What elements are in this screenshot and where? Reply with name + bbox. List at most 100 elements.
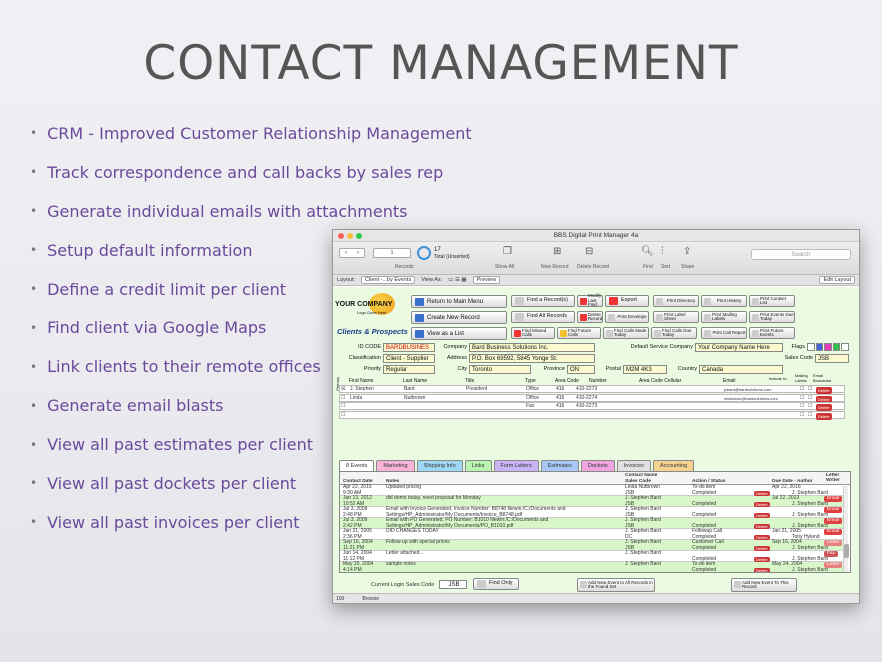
contact-email[interactable]: jsbard@bardsolutions.com: [724, 386, 771, 393]
show-all-button[interactable]: Show All: [495, 264, 514, 270]
event-notes[interactable]: Updated pricing: [386, 484, 421, 491]
company-field[interactable]: Bard Business Solutions Inc.: [469, 343, 595, 352]
contact-type[interactable]: Fax: [526, 403, 534, 410]
find-records-button[interactable]: Find a Record(s): [511, 295, 575, 307]
create-new-record-button[interactable]: Create New Record: [411, 311, 507, 324]
tab-dockets[interactable]: Dockets: [580, 460, 615, 471]
contact-first-name[interactable]: Linda: [350, 395, 362, 402]
sort-button[interactable]: Sort: [661, 264, 670, 270]
find-calls-due-today-button[interactable]: Find Calls Due Today: [651, 327, 697, 339]
print-future-events-button[interactable]: Print Future Events: [749, 327, 795, 339]
delete-event-button[interactable]: Delete: [754, 567, 770, 572]
view-form-icon[interactable]: ▭ ☰ ▦: [448, 277, 466, 283]
zoom-window-button[interactable]: [356, 233, 362, 239]
delete-record-button-form[interactable]: Delete Record: [577, 311, 603, 323]
contact-email[interactable]: lnutbrown@bardsolutions.com: [724, 395, 778, 402]
find-missed-calls-button[interactable]: Find Missed Calls: [511, 327, 555, 339]
contact-area-code[interactable]: 416: [556, 386, 564, 393]
address-field[interactable]: P.O. Box 69592, 5845 Yonge St.: [469, 354, 595, 363]
print-mailing-labels-button[interactable]: Print Mailing Labels: [701, 311, 747, 323]
email-broadcast-checkbox[interactable]: ☐: [808, 386, 812, 393]
share-button[interactable]: Share: [681, 264, 694, 270]
flag-swatches[interactable]: [807, 343, 849, 351]
event-contact[interactable]: J. Stephen Bard: [625, 561, 661, 568]
print-envelope-button[interactable]: Print Envelope: [605, 311, 649, 323]
event-fax-button[interactable]: Fax: [824, 551, 838, 557]
event-letter-button[interactable]: Letter: [824, 540, 843, 546]
contact-row[interactable]: ☒ J. Stephen Bard President Office 416 410-227…: [339, 385, 845, 394]
primary-checkbox[interactable]: ☐: [341, 395, 345, 402]
contact-last-name[interactable]: Nutbrown: [404, 395, 425, 402]
city-field[interactable]: Toronto: [469, 365, 531, 374]
tab-accounting[interactable]: Accounting: [652, 460, 695, 471]
province-field[interactable]: ON: [567, 365, 595, 374]
minimize-window-button[interactable]: [347, 233, 353, 239]
chevron-right-icon[interactable]: ›: [357, 250, 359, 256]
email-broadcast-checkbox[interactable]: ☐: [808, 395, 812, 402]
print-call-report-button[interactable]: Print Call Report: [701, 327, 747, 339]
delete-record-button[interactable]: Delete Record: [577, 264, 609, 270]
event-notes[interactable]: did demo today, need proposal for Monday: [386, 495, 481, 502]
show-all-icon[interactable]: ❐: [503, 246, 512, 257]
view-as-list-button[interactable]: View as a List: [411, 327, 507, 340]
new-record-icon[interactable]: ⊞: [553, 246, 561, 257]
event-notes[interactable]: Follow-up with special prices: [386, 539, 450, 546]
primary-checkbox[interactable]: ☒: [341, 386, 345, 393]
mailing-labels-checkbox[interactable]: ☐: [800, 395, 804, 402]
print-directory-button[interactable]: Print Directory: [653, 295, 699, 307]
postal-field[interactable]: M2M 4K3: [623, 365, 667, 374]
new-record-button[interactable]: New Record: [541, 264, 569, 270]
contact-first-name[interactable]: J. Stephen: [350, 386, 374, 393]
find-future-calls-button[interactable]: Find Future Calls: [557, 327, 601, 339]
contact-number[interactable]: 410-2274: [576, 395, 597, 402]
event-letter-button[interactable]: Letter: [824, 562, 843, 568]
tab-invoices[interactable]: Invoices: [616, 460, 651, 471]
mailing-labels-checkbox[interactable]: ☐: [800, 412, 804, 419]
delete-record-icon[interactable]: ⊟: [585, 246, 593, 257]
contact-row[interactable]: ☐ ☐ ☐ Delete: [339, 410, 845, 420]
contact-number[interactable]: 410-2273: [576, 403, 597, 410]
event-author[interactable]: J. Stephen Bard: [792, 567, 828, 572]
delete-contact-button[interactable]: Delete: [816, 412, 832, 420]
event-row[interactable]: May 20, 2004 4:14 PM sample notes J. Stephe…: [340, 561, 845, 572]
print-events-due-today-button[interactable]: Print Events Due Today: [749, 311, 795, 323]
tab-8-events[interactable]: 8 Events: [339, 460, 375, 471]
contact-area-code[interactable]: 416: [556, 403, 564, 410]
contact-type[interactable]: Office: [526, 395, 539, 402]
primary-checkbox[interactable]: ☐: [341, 403, 345, 410]
event-contact[interactable]: J. Stephen Bard: [625, 550, 661, 557]
zoom-level[interactable]: 100: [336, 596, 344, 602]
tab-estimates[interactable]: Estimates: [540, 460, 579, 471]
email-broadcast-checkbox[interactable]: ☐: [808, 412, 812, 419]
events-scrollbar[interactable]: [843, 486, 849, 572]
layout-select[interactable]: Client -...by Events: [361, 276, 416, 284]
mailing-labels-checkbox[interactable]: ☐: [800, 403, 804, 410]
mailing-labels-checkbox[interactable]: ☐: [800, 386, 804, 393]
contact-number[interactable]: 410-2273: [576, 386, 597, 393]
chevron-left-icon[interactable]: ‹: [345, 250, 347, 256]
search-input[interactable]: Search: [751, 249, 851, 260]
event-notes[interactable]: Letter attached...: [386, 550, 424, 557]
contact-row[interactable]: ☐ Linda Nutbrown Office 416 410-2274 lnutbrown…: [339, 393, 845, 403]
contact-area-code[interactable]: 416: [556, 395, 564, 402]
country-field[interactable]: Canada: [699, 365, 783, 374]
close-window-button[interactable]: [338, 233, 344, 239]
event-time[interactable]: 4:14 PM: [343, 567, 362, 572]
print-history-button[interactable]: Print History: [701, 295, 747, 307]
tab-shipping-info[interactable]: Shipping Info: [416, 460, 463, 471]
event-email-button[interactable]: Email: [824, 529, 842, 535]
event-notes[interactable]: DID CHANGES TODAY: [386, 528, 439, 535]
add-event-all-button[interactable]: Add New Event to All Records in the Foun…: [577, 578, 655, 592]
contact-row[interactable]: ☐ Fax 416 410-2273 ☐ ☐ Delete: [339, 402, 845, 411]
record-number-field[interactable]: 1: [373, 248, 411, 258]
id-code-field[interactable]: BARDBUSINES: [383, 343, 435, 352]
classification-field[interactable]: Client - Supplier: [383, 354, 435, 363]
event-email-button[interactable]: Email: [824, 507, 842, 513]
priority-field[interactable]: Regular: [383, 365, 435, 374]
record-nav[interactable]: ‹ ›: [339, 248, 365, 258]
contact-last-name[interactable]: Bard: [404, 386, 415, 393]
sales-code-field[interactable]: JSB: [815, 354, 849, 363]
find-all-records-button[interactable]: Find All Records: [511, 311, 575, 323]
find-icon[interactable]: 🔍︎: [641, 246, 654, 257]
find-button[interactable]: Find: [643, 264, 653, 270]
